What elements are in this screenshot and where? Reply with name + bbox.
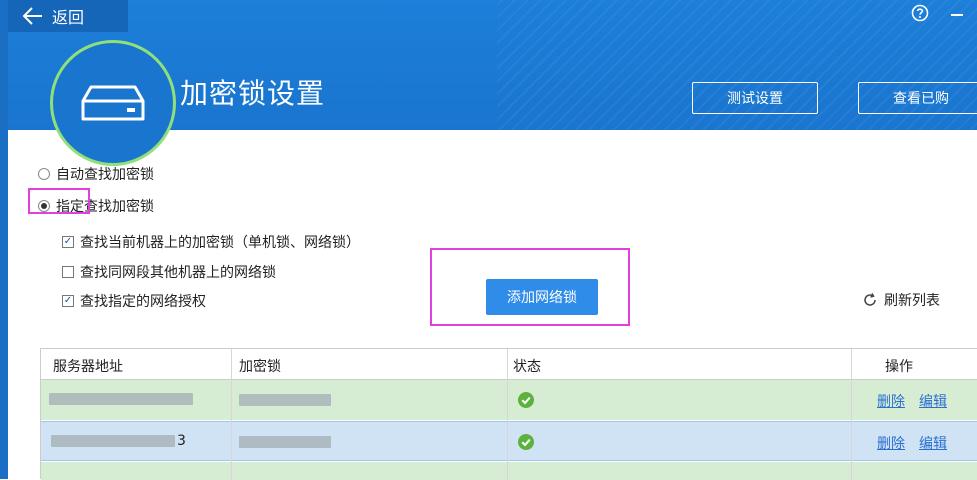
server-address-tail: 3 bbox=[177, 433, 186, 449]
check-specified-license[interactable]: ✓ 查找指定的网络授权 bbox=[62, 291, 206, 311]
check-same-segment[interactable]: 查找同网段其他机器上的网络锁 bbox=[62, 262, 276, 282]
lock-id-redacted bbox=[239, 436, 331, 448]
page-title: 加密锁设置 bbox=[180, 77, 326, 110]
lock-device-logo bbox=[50, 40, 176, 166]
minimize-icon[interactable] bbox=[951, 14, 963, 16]
check-current-label: 查找当前机器上的加密锁（单机锁、网络锁） bbox=[80, 235, 360, 251]
table-row-selected[interactable]: 3 删除 编辑 bbox=[41, 421, 977, 461]
check-current-machine[interactable]: ✓ 查找当前机器上的加密锁（单机锁、网络锁） bbox=[62, 232, 360, 252]
delete-link[interactable]: 删除 bbox=[877, 433, 905, 453]
radio-auto-label: 自动查找加密锁 bbox=[56, 167, 154, 183]
column-lock: 加密锁 bbox=[239, 359, 281, 375]
delete-link[interactable]: 删除 bbox=[877, 391, 905, 411]
edit-link[interactable]: 编辑 bbox=[919, 433, 947, 453]
column-status: 状态 bbox=[513, 359, 541, 375]
back-label: 返回 bbox=[52, 8, 85, 27]
arrow-left-icon bbox=[22, 7, 42, 25]
table-row-empty bbox=[41, 462, 977, 480]
column-divider bbox=[851, 349, 852, 480]
window-left-edge bbox=[0, 0, 8, 479]
edit-link[interactable]: 编辑 bbox=[919, 391, 947, 411]
refresh-label: 刷新列表 bbox=[884, 293, 940, 309]
lock-table: 服务器地址 加密锁 状态 操作 删除 编辑 3 删除 编辑 bbox=[40, 348, 977, 480]
radio-auto-find[interactable]: 自动查找加密锁 bbox=[38, 164, 154, 184]
check-specified-label: 查找指定的网络授权 bbox=[80, 294, 206, 310]
lock-id-redacted bbox=[239, 394, 331, 406]
back-button[interactable]: 返回 bbox=[8, 0, 128, 32]
test-settings-button[interactable]: 测试设置 bbox=[692, 82, 818, 114]
table-row[interactable]: 删除 编辑 bbox=[41, 380, 977, 420]
column-server-address: 服务器地址 bbox=[53, 359, 123, 375]
view-purchased-button[interactable]: 查看已购 bbox=[858, 82, 977, 114]
window-controls bbox=[911, 4, 963, 22]
column-divider bbox=[507, 349, 508, 480]
table-header: 服务器地址 加密锁 状态 操作 bbox=[41, 349, 977, 380]
refresh-list-button[interactable]: 刷新列表 bbox=[862, 290, 940, 310]
server-address-redacted bbox=[51, 435, 175, 447]
status-ok-icon bbox=[518, 392, 534, 408]
highlight-box-radio bbox=[28, 188, 90, 214]
column-actions: 操作 bbox=[885, 359, 913, 375]
help-icon[interactable] bbox=[911, 4, 929, 22]
check-same-segment-label: 查找同网段其他机器上的网络锁 bbox=[80, 265, 276, 281]
add-network-lock-button[interactable]: 添加网络锁 bbox=[486, 279, 598, 315]
hardware-lock-icon bbox=[81, 85, 145, 121]
checkbox-unchecked[interactable] bbox=[62, 266, 74, 278]
checkbox-checked[interactable]: ✓ bbox=[62, 295, 74, 307]
refresh-icon bbox=[864, 293, 876, 306]
radio-button[interactable] bbox=[38, 168, 50, 180]
column-divider bbox=[231, 349, 232, 480]
checkbox-checked[interactable]: ✓ bbox=[62, 236, 74, 248]
status-ok-icon bbox=[518, 434, 534, 450]
server-address-redacted bbox=[49, 393, 193, 405]
